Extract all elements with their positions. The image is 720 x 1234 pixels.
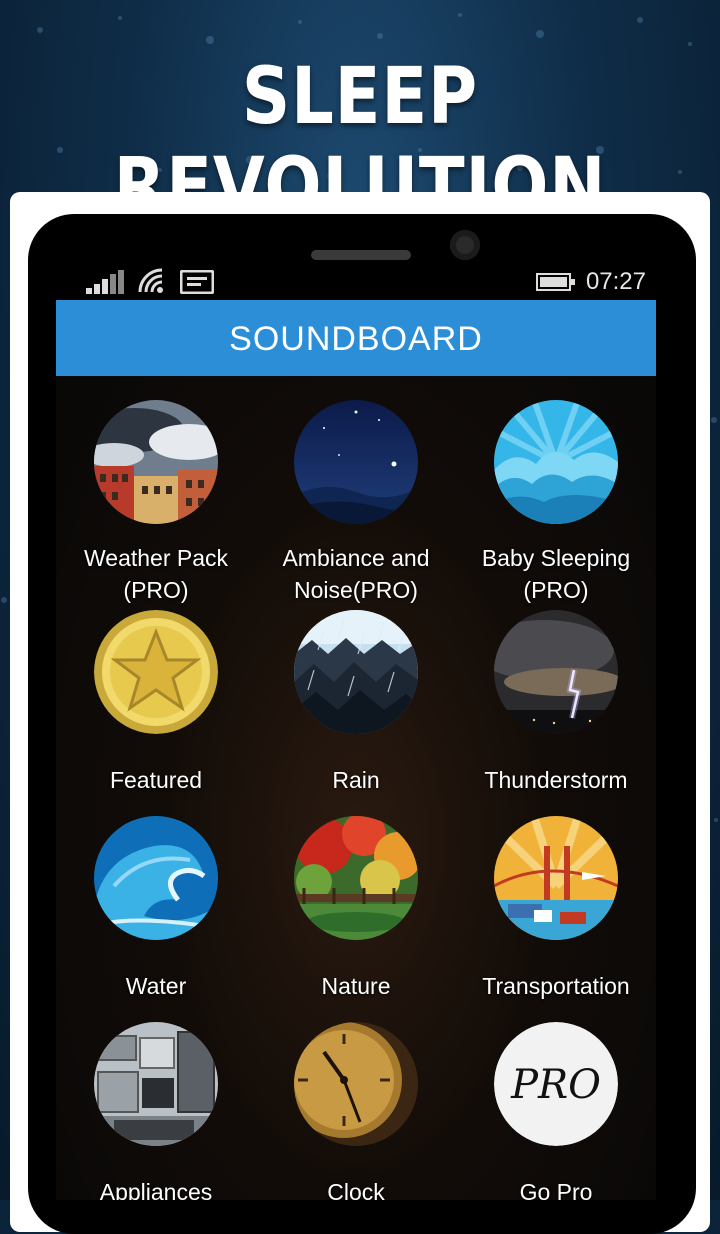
- tile-label: Baby Sleeping (PRO): [481, 545, 631, 603]
- tile-clock[interactable]: Clock: [256, 1022, 456, 1200]
- tile-label: Clock: [327, 1179, 385, 1200]
- phone-camera: [450, 230, 480, 260]
- tile-thunderstorm[interactable]: Thunderstorm: [456, 610, 656, 816]
- soundboard-header: SOUNDBOARD: [56, 300, 656, 376]
- status-time: 07:27: [585, 268, 646, 295]
- signal-bars-icon: [86, 270, 124, 294]
- clouds-icon: [494, 400, 618, 524]
- lightning-icon: [494, 610, 618, 734]
- garden-icon: [294, 816, 418, 940]
- tile-ambiance-noise[interactable]: Ambiance and Noise(PRO): [256, 400, 456, 610]
- tile-nature[interactable]: Nature: [256, 816, 456, 1022]
- wifi-icon: [138, 268, 163, 293]
- message-icon: [180, 270, 214, 294]
- tile-transportation[interactable]: Transportation: [456, 816, 656, 1022]
- tile-baby-sleeping[interactable]: Baby Sleeping (PRO): [456, 400, 656, 610]
- phone-speaker: [311, 250, 411, 260]
- city-weather-icon: [94, 400, 218, 524]
- bridge-vehicles-icon: [494, 816, 618, 940]
- tile-label: Featured: [109, 767, 203, 793]
- pro-badge-icon: PRO: [494, 1022, 618, 1146]
- kitchen-appliances-icon: [94, 1022, 218, 1146]
- status-bar: 07:27: [56, 266, 656, 300]
- clock-icon: [294, 1022, 418, 1146]
- tile-rain[interactable]: Rain: [256, 610, 456, 816]
- tile-label: Water: [125, 973, 187, 999]
- tile-weather-pack[interactable]: Weather Pack (PRO): [56, 400, 256, 610]
- rain-mountains-icon: [294, 610, 418, 734]
- tile-label: Appliances: [99, 1179, 213, 1200]
- star-coin-icon: [94, 610, 218, 734]
- battery-icon: [535, 273, 575, 291]
- tile-label: Thunderstorm: [484, 767, 628, 793]
- night-sky-icon: [294, 400, 418, 524]
- pro-badge-text: PRO: [510, 1062, 601, 1108]
- tile-label: Transportation: [482, 973, 630, 999]
- tile-label: Ambiance and Noise(PRO): [282, 545, 430, 603]
- tile-featured[interactable]: Featured: [56, 610, 256, 816]
- wave-icon: [94, 816, 218, 940]
- app-screen: SOUNDBOARD Weather Pack (PRO) Ambiance a…: [56, 300, 656, 1200]
- tile-go-pro[interactable]: PRO Go Pro: [456, 1022, 656, 1200]
- tile-label: Weather Pack (PRO): [83, 545, 229, 603]
- tile-water[interactable]: Water: [56, 816, 256, 1022]
- tile-label: Rain: [332, 767, 380, 793]
- tile-appliances[interactable]: Appliances: [56, 1022, 256, 1200]
- tile-label: Go Pro: [519, 1179, 593, 1200]
- tile-label: Nature: [321, 973, 391, 999]
- sound-grid: Weather Pack (PRO) Ambiance and Noise(PR…: [56, 400, 656, 1200]
